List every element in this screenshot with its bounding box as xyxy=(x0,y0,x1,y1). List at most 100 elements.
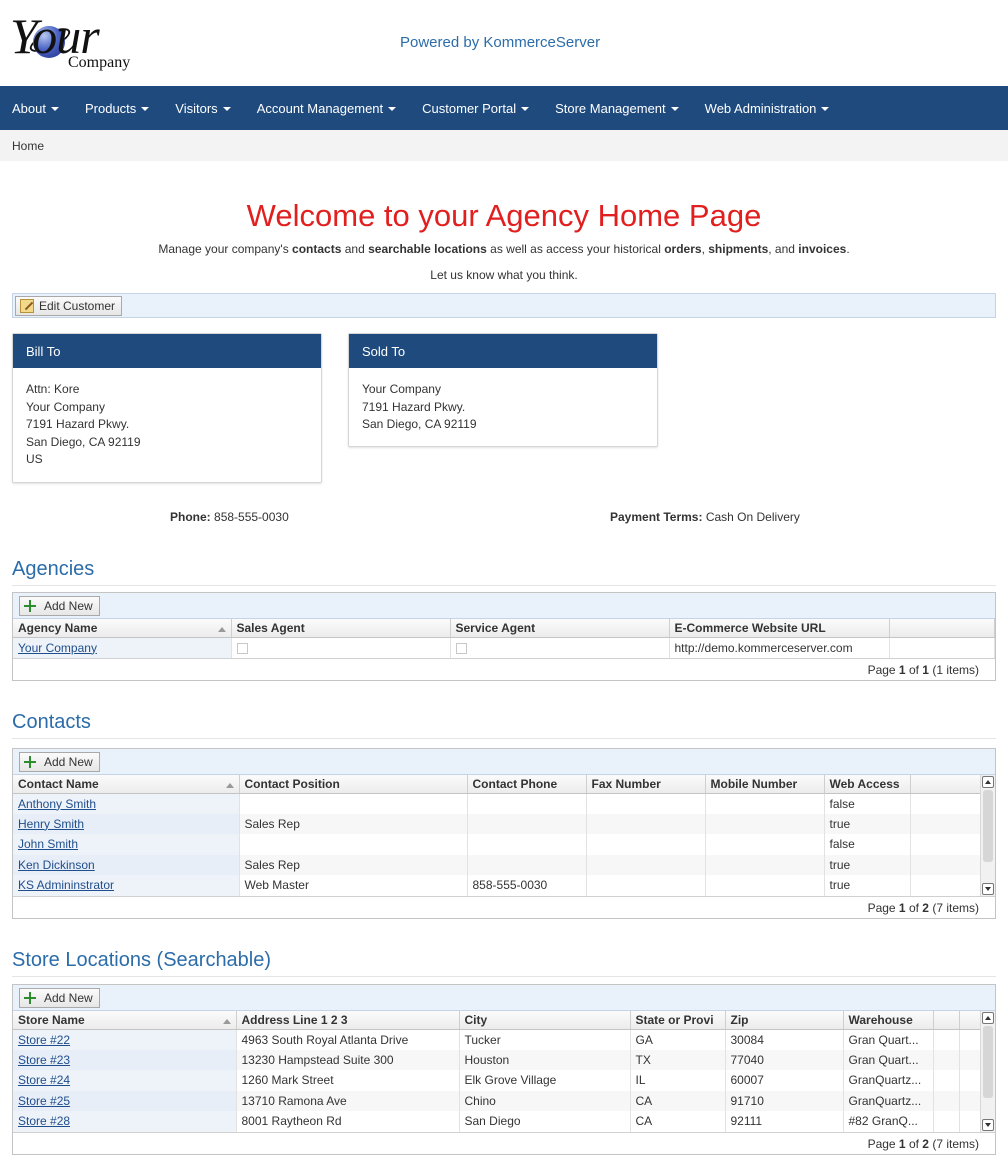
nav-store-management[interactable]: Store Management xyxy=(555,101,679,116)
contact-name-cell: Ken Dickinson xyxy=(13,854,240,875)
store-name-cell: Store #22 xyxy=(13,1029,237,1050)
col-store-name[interactable]: Store Name xyxy=(13,1011,237,1030)
state-cell: CA xyxy=(630,1090,726,1111)
scroll-thumb[interactable] xyxy=(983,790,993,862)
fax-cell xyxy=(586,793,706,814)
nav-customer-portal[interactable]: Customer Portal xyxy=(422,101,530,116)
nav-label: About xyxy=(12,100,46,116)
phone-label: Phone: xyxy=(170,510,211,524)
address-cell: 13230 Hampstead Suite 300 xyxy=(236,1049,460,1070)
table-row[interactable]: Anthony Smith false xyxy=(13,793,981,814)
mobile-cell xyxy=(705,854,825,875)
welcome-text-part: . xyxy=(846,242,850,256)
stores-scrollbar[interactable] xyxy=(980,1011,995,1132)
add-contact-button[interactable]: Add New xyxy=(19,752,100,772)
table-row[interactable]: KS Admininstrator Web Master 858-555-003… xyxy=(13,875,981,896)
empty-cell xyxy=(959,1090,981,1111)
fax-cell xyxy=(586,834,706,855)
payment-terms-info: Payment Terms: Cash On Delivery xyxy=(610,510,800,524)
service-agent-checkbox[interactable] xyxy=(455,642,467,654)
nav-web-administration[interactable]: Web Administration xyxy=(705,101,830,116)
table-row[interactable]: Henry Smith Sales Rep true xyxy=(13,813,981,834)
col-zip[interactable]: Zip xyxy=(725,1011,844,1030)
welcome-subtitle: Let us know what you think. xyxy=(430,268,578,282)
scroll-up-icon[interactable] xyxy=(982,1012,994,1024)
col-web-access[interactable]: Web Access xyxy=(824,775,911,794)
scroll-thumb[interactable] xyxy=(983,1026,993,1098)
mobile-cell xyxy=(705,793,825,814)
welcome-bold-invoices: invoices xyxy=(798,242,847,256)
col-contact-name[interactable]: Contact Name xyxy=(13,775,240,794)
empty-cell xyxy=(910,875,981,896)
address-line: US xyxy=(26,452,43,466)
col-agency-name[interactable]: Agency Name xyxy=(13,619,232,638)
col-warehouse[interactable]: Warehouse xyxy=(843,1011,934,1030)
col-service-agent[interactable]: Service Agent xyxy=(450,619,670,638)
table-row[interactable]: Your Company http://demo.kommerceserver.… xyxy=(13,637,995,658)
nav-visitors[interactable]: Visitors xyxy=(175,101,231,116)
caret-down-icon xyxy=(821,107,830,112)
add-agency-button[interactable]: Add New xyxy=(19,596,100,616)
warehouse-cell: GranQuartz... xyxy=(843,1090,934,1111)
address-cell: 8001 Raytheon Rd xyxy=(236,1111,460,1132)
contacts-scrollbar[interactable] xyxy=(980,775,995,896)
agencies-toolbar: Add New xyxy=(13,593,995,619)
col-fax-number[interactable]: Fax Number xyxy=(586,775,706,794)
col-city[interactable]: City xyxy=(459,1011,631,1030)
add-store-button[interactable]: Add New xyxy=(19,988,100,1008)
bill-to-address: Attn: Kore Your Company 7191 Hazard Pkwy… xyxy=(13,368,321,482)
address-cell: 1260 Mark Street xyxy=(236,1070,460,1091)
stores-toolbar: Add New xyxy=(13,985,995,1011)
warehouse-cell: Gran Quart... xyxy=(843,1049,934,1070)
col-state[interactable]: State or Provi xyxy=(630,1011,726,1030)
contact-link[interactable]: Ken Dickinson xyxy=(18,858,95,872)
welcome-bold-contacts: contacts xyxy=(292,242,342,256)
contact-link[interactable]: John Smith xyxy=(18,837,78,851)
col-contact-phone[interactable]: Contact Phone xyxy=(467,775,587,794)
mobile-cell xyxy=(705,834,825,855)
sort-asc-icon xyxy=(225,782,234,788)
table-row[interactable]: Ken Dickinson Sales Rep true xyxy=(13,854,981,875)
nav-about[interactable]: About xyxy=(12,101,59,116)
edit-customer-button[interactable]: Edit Customer xyxy=(15,296,123,316)
scroll-down-icon[interactable] xyxy=(982,1118,994,1131)
agency-link[interactable]: Your Company xyxy=(18,641,97,655)
powered-by-text: Powered by KommerceServer xyxy=(400,34,601,51)
sales-agent-checkbox[interactable] xyxy=(236,642,248,654)
store-link[interactable]: Store #23 xyxy=(18,1053,70,1067)
table-row[interactable]: John Smith false xyxy=(13,834,981,855)
store-link[interactable]: Store #24 xyxy=(18,1073,70,1087)
breadcrumb-home[interactable]: Home xyxy=(12,139,44,153)
pencil-icon xyxy=(20,299,34,313)
scroll-down-icon[interactable] xyxy=(982,882,994,895)
nav-account-management[interactable]: Account Management xyxy=(257,101,397,116)
contacts-heading: Contacts xyxy=(12,711,996,739)
store-link[interactable]: Store #25 xyxy=(18,1094,70,1108)
phone-cell xyxy=(467,793,587,814)
position-cell: Sales Rep xyxy=(239,813,468,834)
store-link[interactable]: Store #22 xyxy=(18,1033,70,1047)
col-website-url[interactable]: E-Commerce Website URL xyxy=(669,619,890,638)
pager-total: 2 xyxy=(922,900,929,915)
table-row[interactable]: Store #24 1260 Mark Street Elk Grove Vil… xyxy=(13,1070,981,1091)
city-cell: Elk Grove Village xyxy=(459,1070,631,1091)
col-sales-agent[interactable]: Sales Agent xyxy=(231,619,451,638)
table-row[interactable]: Store #23 13230 Hampstead Suite 300 Hous… xyxy=(13,1049,981,1070)
mobile-cell xyxy=(705,813,825,834)
table-row[interactable]: Store #22 4963 South Royal Atlanta Drive… xyxy=(13,1029,981,1050)
contact-link[interactable]: Anthony Smith xyxy=(18,797,96,811)
sold-to-panel: Sold To Your Company 7191 Hazard Pkwy. S… xyxy=(348,333,658,447)
table-row[interactable]: Store #28 8001 Raytheon Rd San Diego CA … xyxy=(13,1111,981,1132)
col-address[interactable]: Address Line 1 2 3 xyxy=(236,1011,460,1030)
col-contact-position[interactable]: Contact Position xyxy=(239,775,468,794)
contact-link[interactable]: Henry Smith xyxy=(18,817,84,831)
scroll-up-icon[interactable] xyxy=(982,776,994,788)
sold-to-address: Your Company 7191 Hazard Pkwy. San Diego… xyxy=(349,368,657,447)
nav-products[interactable]: Products xyxy=(85,101,150,116)
store-link[interactable]: Store #28 xyxy=(18,1114,70,1128)
table-row[interactable]: Store #25 13710 Ramona Ave Chino CA 9171… xyxy=(13,1090,981,1111)
col-mobile-number[interactable]: Mobile Number xyxy=(705,775,825,794)
company-logo[interactable]: Your Company xyxy=(10,8,145,74)
welcome-text-part: Manage your company's xyxy=(158,242,293,256)
contact-link[interactable]: KS Admininstrator xyxy=(18,878,114,892)
